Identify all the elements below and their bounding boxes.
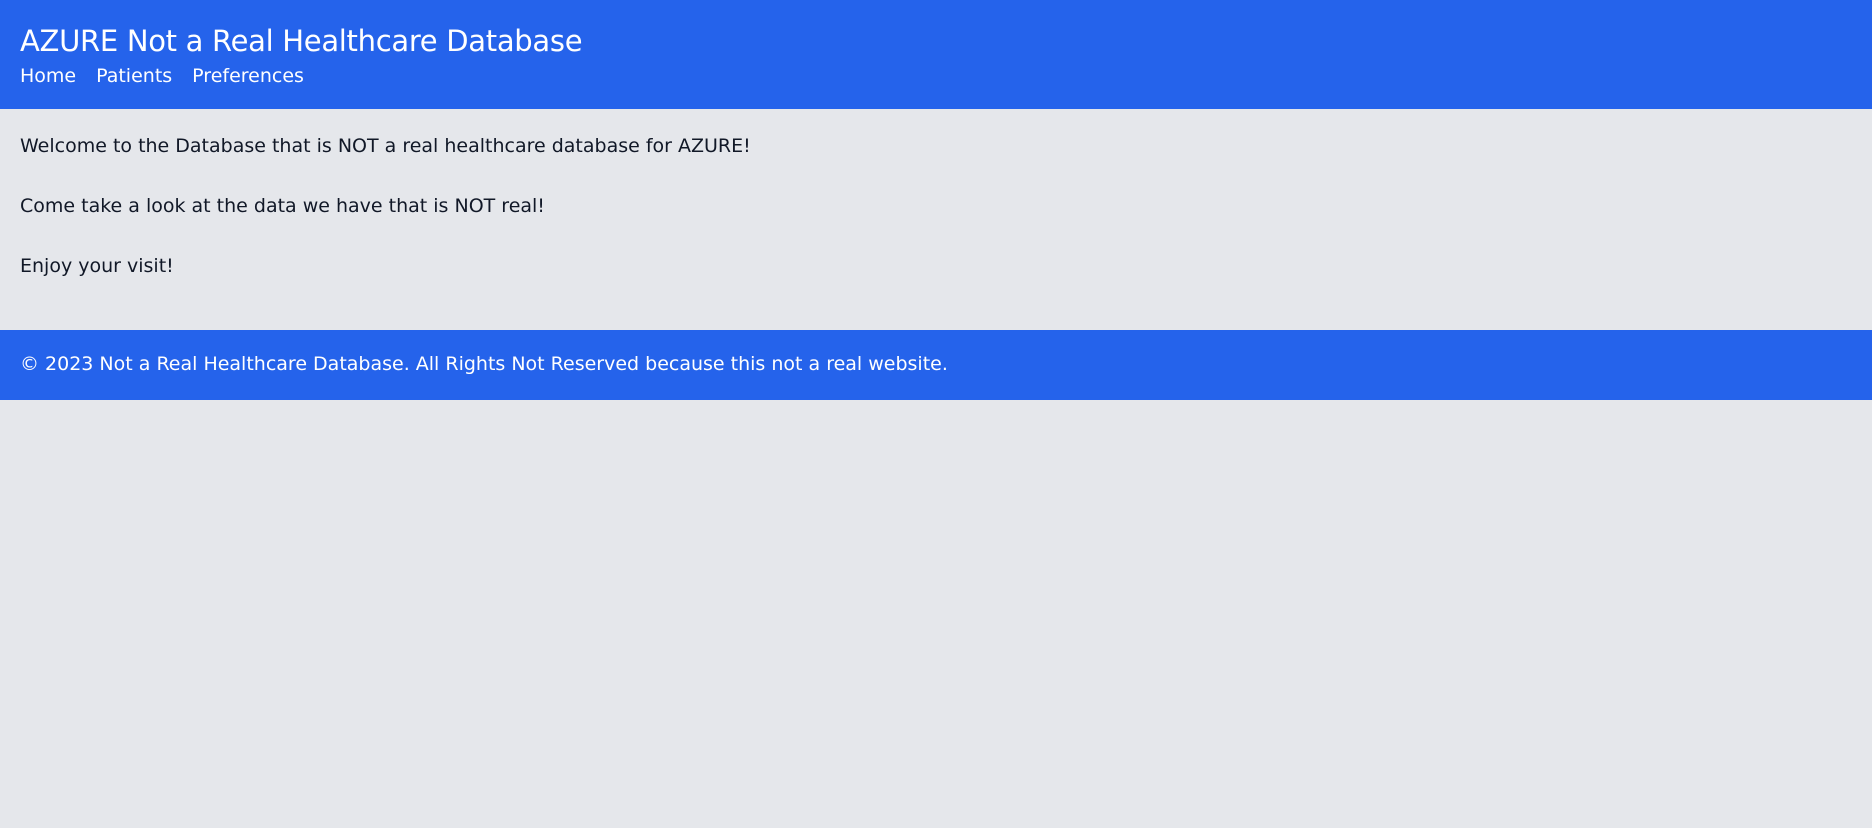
enjoy-paragraph: Enjoy your visit! <box>20 255 174 277</box>
nav-link-home[interactable]: Home <box>20 63 76 89</box>
site-header: AZURE Not a Real Healthcare Database Hom… <box>0 0 1872 109</box>
nav-link-patients[interactable]: Patients <box>96 63 172 89</box>
main-content: Welcome to the Database that is NOT a re… <box>0 109 1872 330</box>
site-title: AZURE Not a Real Healthcare Database <box>20 24 583 58</box>
nav-link-preferences[interactable]: Preferences <box>192 63 304 89</box>
main-nav: Home Patients Preferences <box>20 63 1852 89</box>
invite-paragraph: Come take a look at the data we have tha… <box>20 195 545 217</box>
welcome-paragraph: Welcome to the Database that is NOT a re… <box>20 135 751 157</box>
site-footer: © 2023 Not a Real Healthcare Database. A… <box>0 330 1872 400</box>
footer-copyright: © 2023 Not a Real Healthcare Database. A… <box>20 353 948 375</box>
